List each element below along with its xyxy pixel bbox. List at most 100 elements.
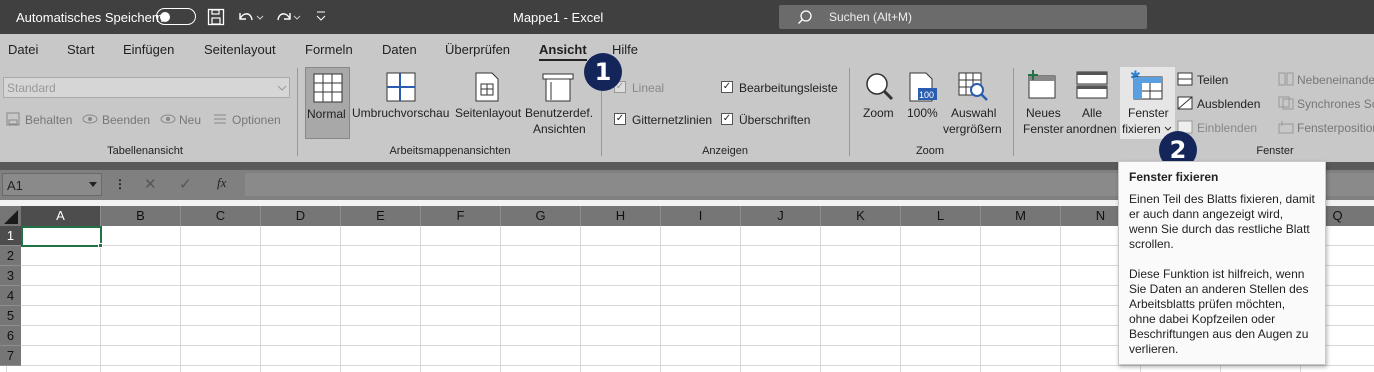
synchronous-scrolling-button[interactable]: Synchrones Sc: [1297, 97, 1374, 111]
zoom-to-selection-button[interactable]: Auswahl: [951, 106, 996, 120]
page-break-preview-button[interactable]: Umbruchvorschau: [352, 106, 449, 120]
formula-bar-grip: ⋮: [114, 177, 126, 191]
row-header[interactable]: 7: [0, 346, 21, 366]
tab-start[interactable]: Start: [67, 42, 94, 57]
view-side-by-side-button[interactable]: Nebeneinande: [1297, 73, 1374, 87]
insert-function-icon[interactable]: fx: [217, 175, 226, 191]
customize-qat-icon[interactable]: [315, 10, 327, 22]
gridlines-label: Gitternetzlinien: [632, 113, 713, 127]
exit-view-button[interactable]: Beenden: [102, 113, 150, 127]
column-header[interactable]: H: [581, 206, 661, 226]
new-view-button[interactable]: Neu: [179, 113, 201, 127]
row-header[interactable]: 3: [0, 266, 21, 286]
toggle-knob: [160, 11, 170, 22]
column-header[interactable]: L: [901, 206, 981, 226]
column-header[interactable]: A: [21, 206, 101, 226]
zoom-100-icon-text: 100: [919, 90, 934, 100]
column-header[interactable]: E: [341, 206, 421, 226]
sync-scroll-icon: [1278, 96, 1294, 110]
fill-handle[interactable]: [98, 243, 103, 248]
custom-views-button[interactable]: Benutzerdef.: [525, 106, 593, 120]
keep-view-button[interactable]: Behalten: [25, 113, 72, 127]
tab-datei[interactable]: Datei: [8, 42, 38, 57]
normal-view-icon: [313, 73, 343, 103]
custom-views-label-2: Ansichten: [533, 122, 586, 136]
arrange-all-button[interactable]: Alle: [1082, 106, 1102, 120]
arrange-all-icon: [1076, 71, 1108, 99]
tab-formeln[interactable]: Formeln: [305, 42, 353, 57]
hide-window-button[interactable]: Ausblenden: [1197, 97, 1260, 111]
active-cell[interactable]: [21, 226, 102, 247]
tab-daten[interactable]: Daten: [382, 42, 417, 57]
row-header[interactable]: 6: [0, 326, 21, 346]
gridlines-checkbox[interactable]: ✓: [614, 113, 626, 125]
zoom-100-icon: 100: [909, 72, 937, 102]
tab-ueberpruefen[interactable]: Überprüfen: [445, 42, 510, 57]
search-icon: [798, 10, 812, 24]
autosave-toggle[interactable]: [156, 8, 196, 25]
row-header[interactable]: 4: [0, 286, 21, 306]
group-label-zoom: Zoom: [915, 145, 945, 157]
row-header[interactable]: 5: [0, 306, 21, 326]
redo-icon[interactable]: [274, 8, 302, 26]
chevron-down-icon: [277, 85, 287, 91]
sheet-view-dropdown[interactable]: Standard: [3, 77, 290, 98]
column-header[interactable]: J: [741, 206, 821, 226]
column-header[interactable]: I: [661, 206, 741, 226]
zoom-button[interactable]: Zoom: [863, 106, 894, 120]
formula-bar-checkbox[interactable]: ✓: [721, 81, 733, 93]
name-box[interactable]: A1: [2, 173, 102, 196]
unhide-window-button[interactable]: Einblenden: [1197, 121, 1257, 135]
document-title: Mappe1 - Excel: [513, 10, 604, 25]
new-view-icon: [160, 114, 176, 124]
column-header[interactable]: D: [261, 206, 341, 226]
zoom-to-selection-label-2: vergrößern: [943, 122, 1002, 136]
page-layout-button[interactable]: Seitenlayout: [455, 106, 521, 120]
group-separator: [1013, 68, 1014, 156]
reset-window-position-icon: [1278, 121, 1294, 134]
tooltip-title: Fenster fixieren: [1129, 170, 1219, 184]
headings-checkbox[interactable]: ✓: [721, 113, 733, 125]
group-separator: [849, 68, 850, 156]
column-header[interactable]: M: [981, 206, 1061, 226]
cancel-icon[interactable]: ✕: [144, 175, 157, 193]
tooltip-paragraph: Einen Teil des Blatts fixieren, damit er…: [1129, 192, 1315, 251]
freeze-panes-label: Fenster: [1128, 106, 1169, 120]
tab-ansicht[interactable]: Ansicht: [539, 42, 587, 61]
search-box[interactable]: Suchen (Alt+M): [779, 5, 1147, 29]
tab-einfuegen[interactable]: Einfügen: [123, 42, 174, 57]
tab-hilfe[interactable]: Hilfe: [612, 42, 638, 57]
freeze-panes-icon: ✱: [1130, 69, 1163, 100]
exit-view-icon: [82, 114, 98, 124]
name-box-value: A1: [7, 178, 23, 193]
sheet-view-value: Standard: [7, 81, 56, 95]
group-separator: [297, 68, 298, 156]
reset-window-position-button[interactable]: Fensterposition: [1297, 121, 1374, 135]
normal-view-button[interactable]: Normal: [305, 67, 350, 139]
select-all-icon[interactable]: [4, 210, 18, 224]
zoom-to-selection-icon: [958, 72, 988, 101]
column-header[interactable]: K: [821, 206, 901, 226]
ruler-label: Lineal: [632, 81, 665, 95]
split-button[interactable]: Teilen: [1197, 73, 1228, 87]
hide-window-icon: [1177, 96, 1193, 110]
zoom-100-button[interactable]: 100%: [907, 106, 938, 120]
column-header[interactable]: C: [181, 206, 261, 226]
row-header[interactable]: 1: [0, 226, 21, 246]
column-header[interactable]: F: [421, 206, 501, 226]
save-icon[interactable]: [207, 8, 225, 26]
tab-seitenlayout[interactable]: Seitenlayout: [204, 42, 276, 57]
ribbon-tabs: Datei Start Einfügen Seitenlayout Formel…: [0, 34, 1374, 62]
column-header[interactable]: G: [501, 206, 581, 226]
page-break-preview-icon: [386, 72, 416, 102]
undo-icon[interactable]: [236, 8, 264, 26]
enter-icon[interactable]: ✓: [179, 175, 192, 193]
tooltip-paragraph: Diese Funktion ist hilfreich, wenn Sie D…: [1129, 267, 1309, 356]
new-window-button[interactable]: Neues: [1026, 106, 1061, 120]
column-header[interactable]: B: [101, 206, 181, 226]
options-button[interactable]: Optionen: [232, 113, 281, 127]
new-window-icon: [1028, 70, 1056, 99]
formula-bar-label: Bearbeitungsleiste: [739, 81, 838, 95]
freeze-panes-button[interactable]: ✱ Fenster fixieren: [1120, 67, 1175, 139]
row-header[interactable]: 2: [0, 246, 21, 266]
